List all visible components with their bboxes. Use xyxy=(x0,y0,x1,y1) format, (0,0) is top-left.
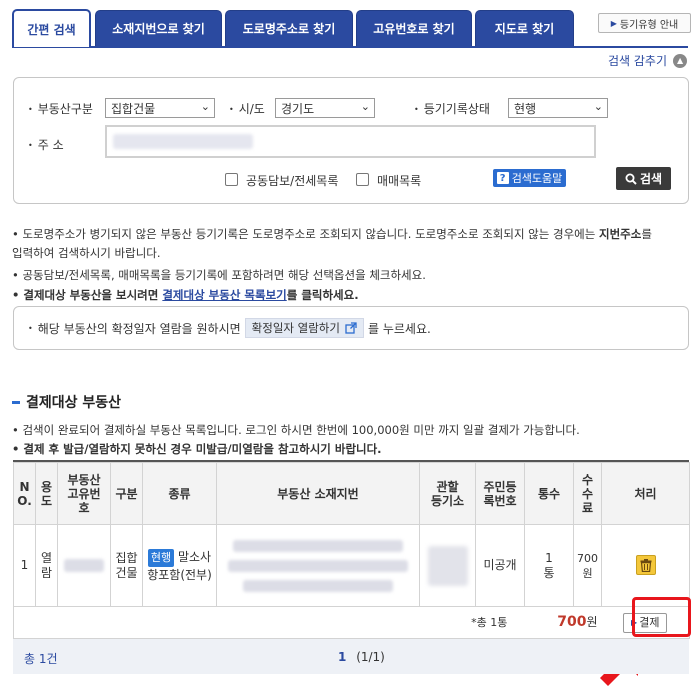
bullet-icon: • xyxy=(28,323,33,333)
note-payment-list: • 결제대상 부동산을 보시려면 결제대상 부동산 목록보기를 클릭하세요. xyxy=(12,288,359,302)
row-registry-office xyxy=(419,524,476,607)
page-current[interactable]: 1 xyxy=(338,650,346,664)
delete-button[interactable] xyxy=(635,555,656,576)
redacted-unique-no xyxy=(64,559,104,572)
question-icon: ? xyxy=(496,172,509,184)
address-field-label: • 주 소 xyxy=(28,138,64,152)
search-button[interactable]: 검색 xyxy=(616,167,671,190)
fold-search-label: 검색 감추기 xyxy=(608,54,668,68)
redacted-location xyxy=(243,579,393,592)
redacted-office xyxy=(427,545,468,586)
confirm-date-box: • 해당 부동산의 확정일자 열람을 원하시면 확정일자 열람하기 를 누르세요… xyxy=(13,306,689,350)
section-note-1: • 검색이 완료되어 결제하실 부동산 목록입니다. 로그인 하시면 한번에 1… xyxy=(12,423,580,437)
section-marker-icon xyxy=(12,400,20,404)
table-summary-row: *총 1통 700원 ▶ 결제 xyxy=(13,606,690,639)
bullet-icon: • xyxy=(28,141,33,150)
note-options: • 공동담보/전세목록, 매매목록을 등기기록에 포함하려면 해당 선택옵션을 … xyxy=(12,268,426,282)
sales-list-checkbox[interactable] xyxy=(356,173,369,186)
tab-lot-number[interactable]: 소재지번으로 찾기 xyxy=(95,10,222,46)
row-use: 열 람 xyxy=(35,524,58,607)
summary-unit: 원 xyxy=(586,615,598,629)
search-form: • 부동산구분 집합건물 ⌄ • 시/도 경기도 ⌄ • 등기기록상태 현행 ⌄ • 주… xyxy=(13,77,689,204)
note-road-address: • 도로명주소가 병기되지 않은 부동산 등기기록은 도로명주소로 조회되지 않… xyxy=(12,227,652,260)
total-count: 총 1건 xyxy=(24,652,58,666)
chevron-down-icon: ⌄ xyxy=(360,100,370,113)
summary-amount: 700 xyxy=(557,614,587,630)
table-header-row: N O. 용도 부동산 고유번 호 구분 종류 부동산 소재지번 관할 등기소 주민등 록… xyxy=(13,462,690,525)
bullet-icon: • xyxy=(28,105,33,114)
row-category: 집합 건물 xyxy=(110,524,143,607)
col-category: 구분 xyxy=(110,462,143,525)
tab-unique-number[interactable]: 고유번호로 찾기 xyxy=(356,10,472,46)
col-unique-no: 부동산 고유번 호 xyxy=(57,462,111,525)
chevron-up-icon: ▲ xyxy=(673,53,688,68)
bullet-icon: • xyxy=(12,288,24,302)
col-no: N O. xyxy=(13,462,36,525)
payment-table: N O. 용도 부동산 고유번 호 구분 종류 부동산 소재지번 관할 등기소 주민등 록… xyxy=(13,462,690,639)
page-info: (1/1) xyxy=(356,650,385,664)
row-no: 1 xyxy=(13,524,36,607)
col-copies: 통수 xyxy=(524,462,574,525)
chevron-down-icon: ⌄ xyxy=(200,100,210,113)
row-fee: 700 원 xyxy=(573,524,602,607)
joint-collateral-label: 공동담보/전세목록 xyxy=(246,174,339,188)
highlight-box xyxy=(632,597,691,637)
section-title: 결제대상 부동산 xyxy=(12,392,121,412)
register-type-label: 등기유형 안내 xyxy=(619,19,679,31)
confirm-date-text: • 해당 부동산의 확정일자 열람을 원하시면 확정일자 열람하기 를 누르세요… xyxy=(28,318,431,338)
table-footer: 총 1건 1 (1/1) xyxy=(13,638,689,674)
row-location xyxy=(216,524,420,607)
register-type-button[interactable]: ▶ 등기유형 안내 xyxy=(598,13,691,33)
col-kind: 종류 xyxy=(142,462,217,525)
bullet-icon: • xyxy=(12,423,23,437)
confirm-date-button[interactable]: 확정일자 열람하기 xyxy=(244,318,364,338)
row-copies: 1 통 xyxy=(524,524,574,607)
col-registry-office: 관할 등기소 xyxy=(419,462,476,525)
payment-list-link[interactable]: 결제대상 부동산 목록보기 xyxy=(162,288,286,302)
row-kind: 현행 말소사 항포함(전부) xyxy=(142,524,217,607)
col-location: 부동산 소재지번 xyxy=(216,462,420,525)
bullet-icon: • xyxy=(12,268,23,282)
redacted-location xyxy=(233,539,403,552)
col-resident-no: 주민등 록번호 xyxy=(475,462,525,525)
bullet-icon: • xyxy=(12,227,23,241)
record-status-field-label: • 등기기록상태 xyxy=(414,102,490,116)
search-help-button[interactable]: ? 검색도움말 xyxy=(493,169,566,187)
joint-collateral-checkbox[interactable] xyxy=(225,173,238,186)
chevron-down-icon: ⌄ xyxy=(593,100,603,113)
arrow-right-icon: ▶ xyxy=(610,18,617,28)
tab-road-address[interactable]: 도로명주소로 찾기 xyxy=(225,10,353,46)
city-select[interactable]: 경기도 ⌄ xyxy=(275,98,375,118)
summary-count: *총 1통 xyxy=(471,616,508,629)
search-icon xyxy=(625,173,637,185)
col-use: 용도 xyxy=(35,462,58,525)
status-badge: 현행 xyxy=(147,548,175,567)
tab-underline xyxy=(12,46,688,48)
tab-map[interactable]: 지도로 찾기 xyxy=(475,10,574,46)
row-action xyxy=(601,524,690,607)
col-fee: 수수료 xyxy=(573,462,602,525)
property-type-select[interactable]: 집합건물 ⌄ xyxy=(105,98,215,118)
city-field-label: • 시/도 xyxy=(229,102,265,116)
table-row: 1 열 람 집합 건물 현행 말소사 항포함(전부) 미공개 1 통 700 원 xyxy=(13,524,690,607)
redacted-location xyxy=(228,559,408,572)
bullet-icon: • xyxy=(229,105,234,114)
record-status-select[interactable]: 현행 ⌄ xyxy=(508,98,608,118)
row-resident-no: 미공개 xyxy=(475,524,525,607)
bullet-icon: • xyxy=(414,105,419,114)
fold-search-toggle[interactable]: 검색 감추기 ▲ xyxy=(608,52,688,69)
summary-cell: *총 1통 700원 xyxy=(13,606,602,639)
property-type-field-label: • 부동산구분 xyxy=(28,102,93,116)
tab-simple-search[interactable]: 간편 검색 xyxy=(12,9,91,47)
sales-list-label: 매매목록 xyxy=(377,174,422,188)
pagination: 1 (1/1) xyxy=(338,650,385,664)
address-input[interactable] xyxy=(105,125,596,158)
row-unique-no xyxy=(57,524,111,607)
section-note-2: • 결제 후 발급/열람하지 못하신 경우 미발급/미열람을 참고하시기 바랍니… xyxy=(12,442,382,456)
external-link-icon xyxy=(345,322,357,334)
redacted-address xyxy=(113,134,253,149)
trash-icon xyxy=(640,558,651,572)
col-action: 처리 xyxy=(601,462,690,525)
bullet-icon: • xyxy=(12,442,24,456)
